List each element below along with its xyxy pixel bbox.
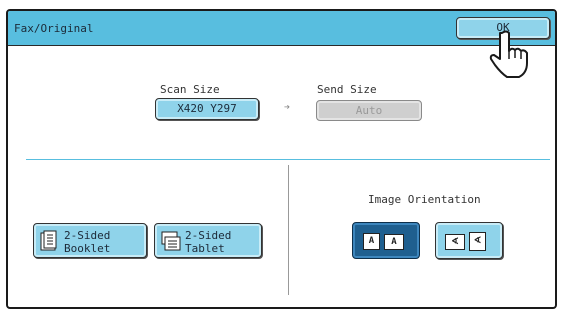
two-sided-booklet-button[interactable]: 2-Sided Booklet xyxy=(33,223,147,258)
booklet-icon xyxy=(40,230,57,251)
orientation-upright-button[interactable]: A A xyxy=(352,222,420,259)
orientation-upright-glyph-1: A xyxy=(363,233,380,250)
section-divider xyxy=(26,159,550,160)
arrow-right-icon: ➔ xyxy=(284,102,291,113)
tablet-icon xyxy=(161,231,181,251)
hand-pointer-icon xyxy=(489,30,528,78)
send-size-button[interactable]: Auto xyxy=(316,100,422,121)
image-orientation-label: Image Orientation xyxy=(368,193,481,206)
fax-original-dialog: Fax/Original OK Scan Size X420 Y297 ➔ Se… xyxy=(6,9,557,309)
orientation-upright-glyph-2: A xyxy=(384,234,404,250)
two-sided-booklet-label: 2-Sided Booklet xyxy=(64,229,111,255)
two-sided-tablet-label: 2-Sided Tablet xyxy=(185,229,232,255)
column-divider xyxy=(288,165,289,295)
orientation-rotated-glyph-2: ∢ xyxy=(469,232,486,251)
dialog-title: Fax/Original xyxy=(14,22,94,35)
two-sided-tablet-button[interactable]: 2-Sided Tablet xyxy=(154,223,262,258)
scan-size-label: Scan Size xyxy=(160,83,220,96)
orientation-rotated-button[interactable]: ∢ ∢ xyxy=(435,222,503,259)
send-size-label: Send Size xyxy=(317,83,377,96)
orientation-rotated-glyph-1: ∢ xyxy=(445,234,465,250)
title-bar: Fax/Original OK xyxy=(8,11,555,46)
scan-size-button[interactable]: X420 Y297 xyxy=(155,98,259,120)
